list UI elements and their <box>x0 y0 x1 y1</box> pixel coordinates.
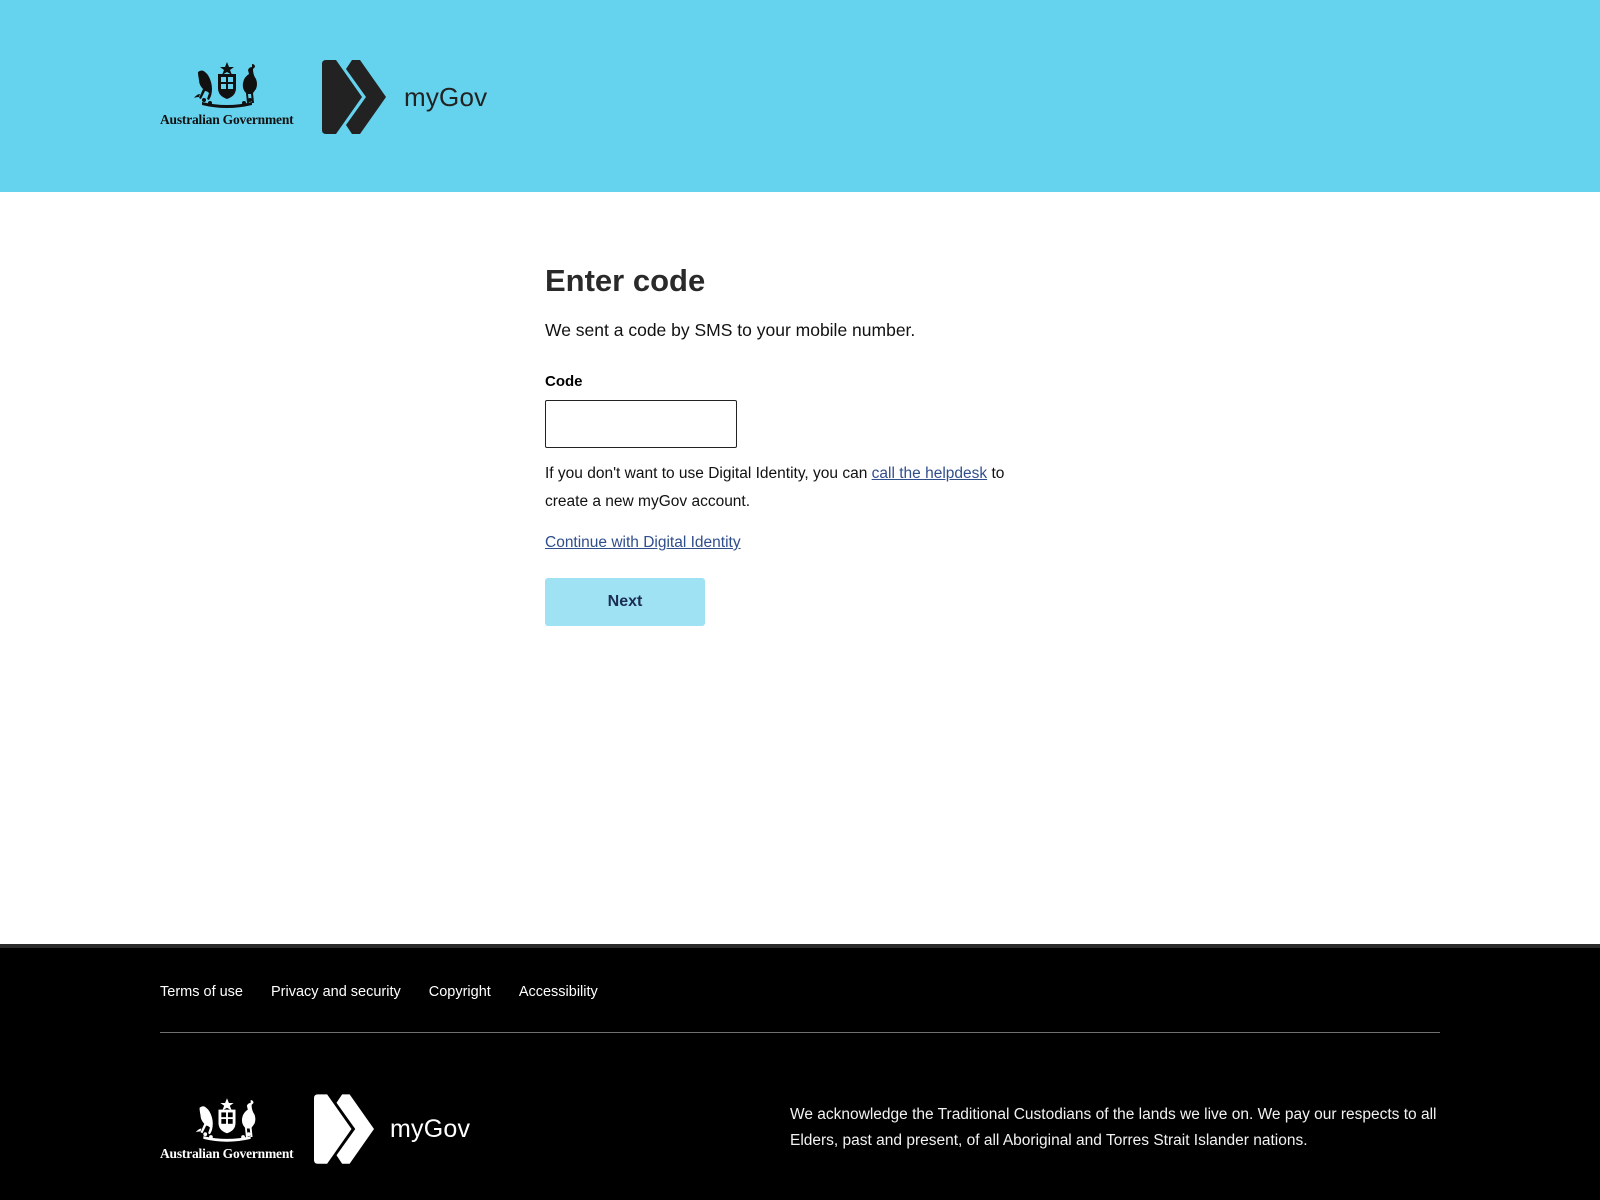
code-input[interactable] <box>545 400 737 448</box>
footer-mygov-logo: myGov <box>314 1094 470 1164</box>
code-field-label: Code <box>545 373 583 390</box>
government-name: Australian Government <box>160 112 294 127</box>
footer-link-terms-of-use[interactable]: Terms of use <box>160 984 243 1000</box>
continue-digital-identity-link[interactable]: Continue with Digital Identity <box>545 534 741 552</box>
footer-government-name: Australian Government <box>160 1146 294 1161</box>
australian-government-logo[interactable]: Australian Government <box>160 60 294 128</box>
mygov-wordmark: myGov <box>404 81 488 112</box>
footer-link-accessibility[interactable]: Accessibility <box>519 984 598 1000</box>
mygov-chevron-icon <box>322 60 386 134</box>
mygov-chevron-icon <box>314 1094 374 1164</box>
call-helpdesk-link[interactable]: call the helpdesk <box>872 465 987 482</box>
mygov-logo[interactable]: myGov <box>322 60 487 134</box>
footer-divider <box>160 1032 1440 1033</box>
help-text-prefix: If you don't want to use Digital Identit… <box>545 465 868 482</box>
enter-code-form: Enter code We sent a code by SMS to your… <box>545 262 1045 626</box>
footer-mygov-wordmark: myGov <box>390 1114 471 1143</box>
footer-link-copyright[interactable]: Copyright <box>429 984 491 1000</box>
coat-of-arms-icon <box>193 62 257 108</box>
site-header: Australian Government myGov <box>0 0 1600 192</box>
footer-link-privacy-and-security[interactable]: Privacy and security <box>271 984 401 1000</box>
next-button[interactable]: Next <box>545 578 705 626</box>
help-text: If you don't want to use Digital Identit… <box>545 460 1025 516</box>
page-title: Enter code <box>545 263 706 298</box>
intro-text: We sent a code by SMS to your mobile num… <box>545 320 916 340</box>
footer-australian-government-logo: Australian Government <box>160 1096 294 1162</box>
coat-of-arms-icon <box>195 1098 256 1142</box>
site-footer: Terms of use Privacy and security Copyri… <box>0 944 1600 1200</box>
footer-nav: Terms of use Privacy and security Copyri… <box>160 984 598 1000</box>
acknowledgement-of-country: We acknowledge the Traditional Custodian… <box>790 1106 1437 1149</box>
